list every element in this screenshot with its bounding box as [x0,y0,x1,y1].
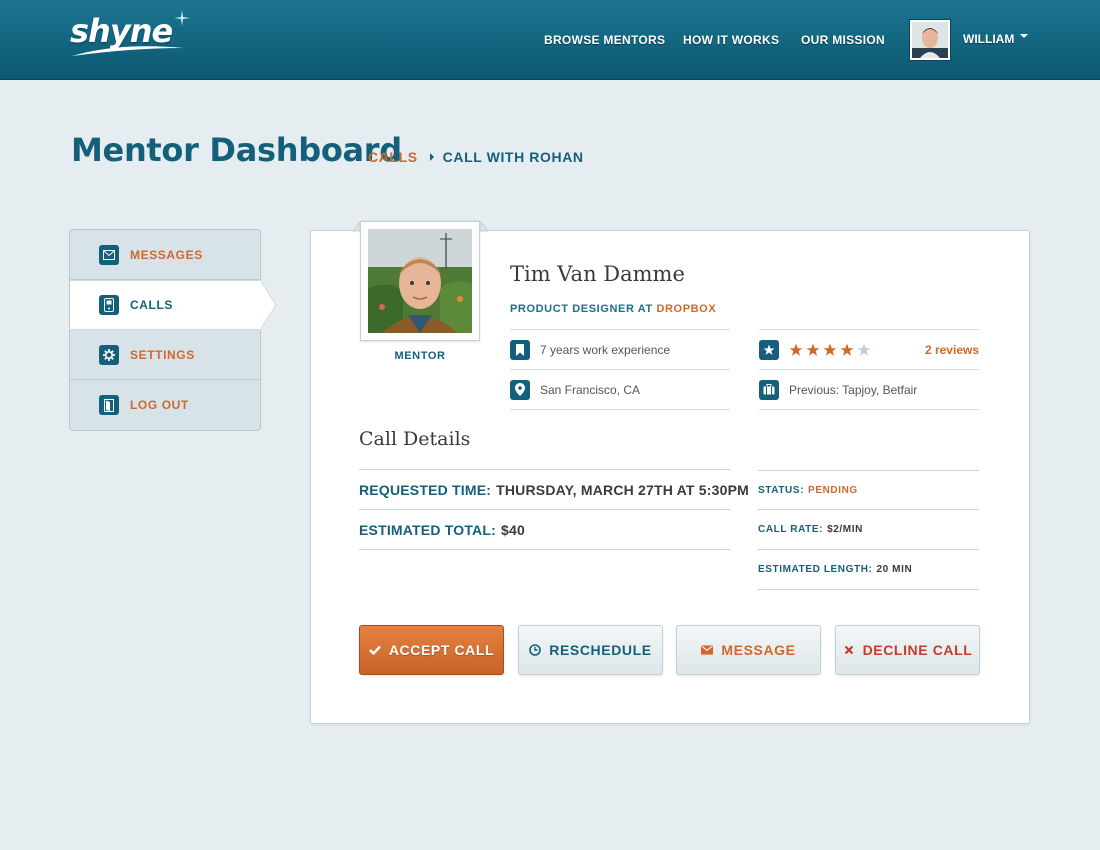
user-avatar-image [912,22,948,58]
star-filled-icon [823,343,837,356]
star-filled-icon [840,343,854,356]
estimated-length-row: ESTIMATED LENGTH: 20 MIN [758,549,979,589]
estimated-length-value: 20 MIN [876,564,913,575]
reviews-link[interactable]: 2 reviews [925,343,979,357]
estimated-total-value: $40 [500,521,525,538]
sidebar: MESSAGES CALLS SETTINGS LOG OUT [69,229,261,431]
status-label: STATUS: [758,485,805,496]
requested-time-label: REQUESTED TIME: [359,481,492,498]
star-filled-icon [806,343,820,356]
call-details-title: Call Details [359,428,471,450]
decline-call-label: DECLINE CALL [862,642,973,658]
shyne-logo[interactable]: shyne [70,10,190,60]
previous-companies-text: Previous: Tapjoy, Betfair [789,382,918,397]
caret-down-icon [1020,34,1029,38]
sidebar-item-label: MESSAGES [130,247,203,262]
decline-call-button[interactable]: DECLINE CALL [835,625,980,675]
accept-call-label: ACCEPT CALL [388,642,495,658]
rating-stars [789,343,874,357]
divider [759,409,979,410]
mentor-photo [360,221,480,341]
gear-icon [99,344,119,365]
sidebar-item-calls[interactable]: CALLS [70,280,260,330]
reschedule-button[interactable]: RESCHEDULE [518,625,663,675]
breadcrumb: CALLS CALL WITH ROHAN [368,149,584,165]
nav-how-it-works[interactable]: HOW IT WORKS [683,33,779,47]
previous-companies-row: Previous: Tapjoy, Betfair [759,369,979,409]
sidebar-item-log-out[interactable]: LOG OUT [70,380,260,430]
top-navigation-bar: shyne BROWSE MENTORS HOW IT WORKS OUR MI… [0,0,1100,80]
sparkle-icon [174,10,190,26]
star-badge-icon [759,339,779,360]
experience-text: 7 years work experience [540,342,671,357]
sidebar-item-messages[interactable]: MESSAGES [70,230,260,280]
page-title: Mentor Dashboard [71,131,402,169]
sidebar-item-settings[interactable]: SETTINGS [70,330,260,380]
sidebar-item-label: LOG OUT [130,398,189,412]
breadcrumb-arrow-icon [429,153,434,161]
mentor-company[interactable]: DROPBOX [656,303,716,315]
mentor-name: Tim Van Damme [510,262,685,286]
mentor-photo-image [368,229,472,333]
sidebar-item-label: CALLS [130,298,173,312]
status-row: STATUS: PENDING [758,470,979,510]
sidebar-item-label: SETTINGS [130,347,195,362]
door-icon [99,395,119,415]
logo-swoosh-icon [72,46,184,56]
active-item-pointer [259,280,277,330]
accept-call-button[interactable]: ACCEPT CALL [359,625,504,675]
estimated-length-label: ESTIMATED LENGTH: [758,564,873,575]
call-rate-label: CALL RATE: [758,524,824,535]
location-text: San Francisco, CA [540,382,641,397]
close-icon [843,644,855,656]
mentor-caption: MENTOR [394,350,446,362]
requested-time-value: THURSDAY, MARCH 27TH AT 5:30PM [496,481,749,498]
bookmark-icon [510,339,530,360]
estimated-total-label: ESTIMATED TOTAL: [359,521,496,538]
star-filled-icon [789,343,803,356]
nav-browse-mentors[interactable]: BROWSE MENTORS [544,33,665,47]
user-menu-dropdown[interactable]: WILLIAM [963,32,1029,46]
divider [510,409,730,410]
call-rate-value: $2/MIN [827,524,863,535]
breadcrumb-current: CALL WITH ROHAN [442,149,584,165]
briefcase-icon [759,379,779,400]
status-value: PENDING [808,485,858,496]
breadcrumb-calls[interactable]: CALLS [368,149,418,165]
envelope-icon [701,644,714,656]
divider [758,589,979,590]
nav-our-mission[interactable]: OUR MISSION [801,33,885,47]
divider [359,549,730,550]
message-button[interactable]: MESSAGE [676,625,821,675]
experience-row: 7 years work experience [510,329,730,369]
mentor-role-title: PRODUCT DESIGNER AT [510,303,653,315]
phone-icon [99,295,119,315]
location-row: San Francisco, CA [510,369,730,409]
call-rate-row: CALL RATE: $2/MIN [758,509,979,549]
rating-row: 2 reviews [759,329,979,369]
mentor-role: PRODUCT DESIGNER AT DROPBOX [510,303,716,315]
reschedule-label: RESCHEDULE [549,642,652,658]
envelope-icon [99,244,119,265]
location-pin-icon [510,379,530,400]
user-avatar[interactable] [909,19,951,61]
checkmark-icon [368,644,381,656]
estimated-total-row: ESTIMATED TOTAL: $40 [359,509,730,549]
user-name: WILLIAM [963,32,1015,46]
requested-time-row: REQUESTED TIME: THURSDAY, MARCH 27TH AT … [359,469,749,509]
star-empty-icon [857,343,871,356]
clock-icon [529,644,542,656]
message-label: MESSAGE [721,642,796,658]
